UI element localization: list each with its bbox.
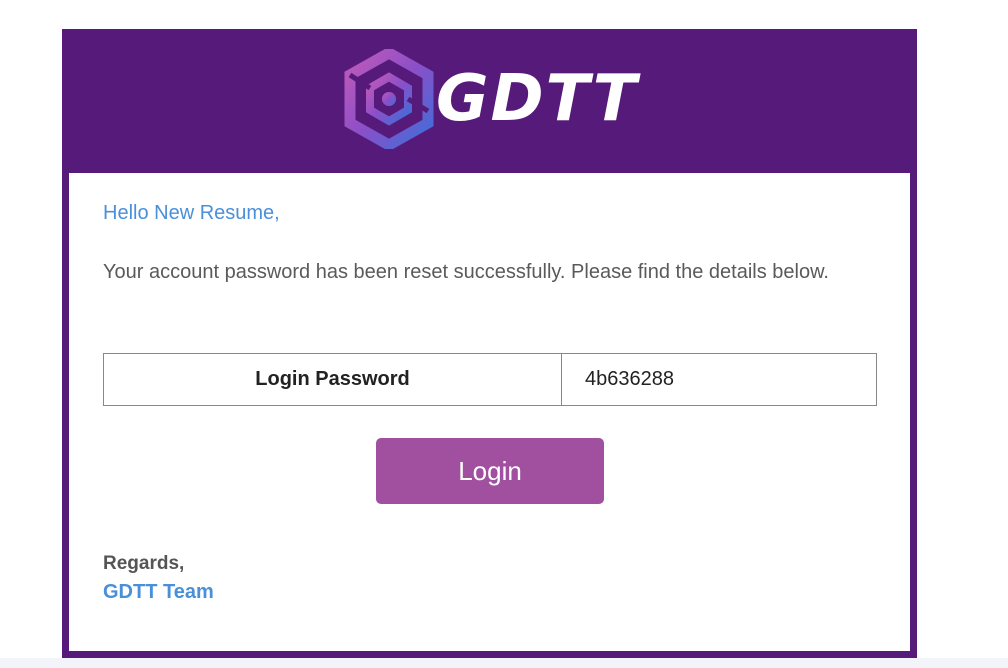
email-body: Hello New Resume, Your account password …	[69, 173, 910, 651]
reset-message: Your account password has been reset suc…	[103, 261, 829, 283]
login-button[interactable]: Login	[376, 438, 604, 504]
team-signature: GDTT Team	[103, 581, 214, 603]
brand-logo: GDTT	[344, 47, 636, 151]
greeting-text: Hello New Resume,	[103, 202, 280, 224]
signoff-text: Regards,	[103, 553, 185, 574]
brand-logo-wordmark: GDTT	[436, 62, 639, 136]
page-bottom-strip	[0, 658, 1008, 668]
brand-logo-mark-icon	[344, 49, 434, 149]
table-row: Login Password 4b636288	[103, 353, 877, 406]
login-password-value: 4b636288	[561, 353, 877, 406]
login-password-label: Login Password	[103, 353, 562, 406]
login-details-table: Login Password 4b636288	[103, 353, 877, 406]
email-header: GDTT	[62, 29, 917, 172]
email-frame: GDTT Hello New Resume, Your account pass…	[62, 29, 917, 658]
